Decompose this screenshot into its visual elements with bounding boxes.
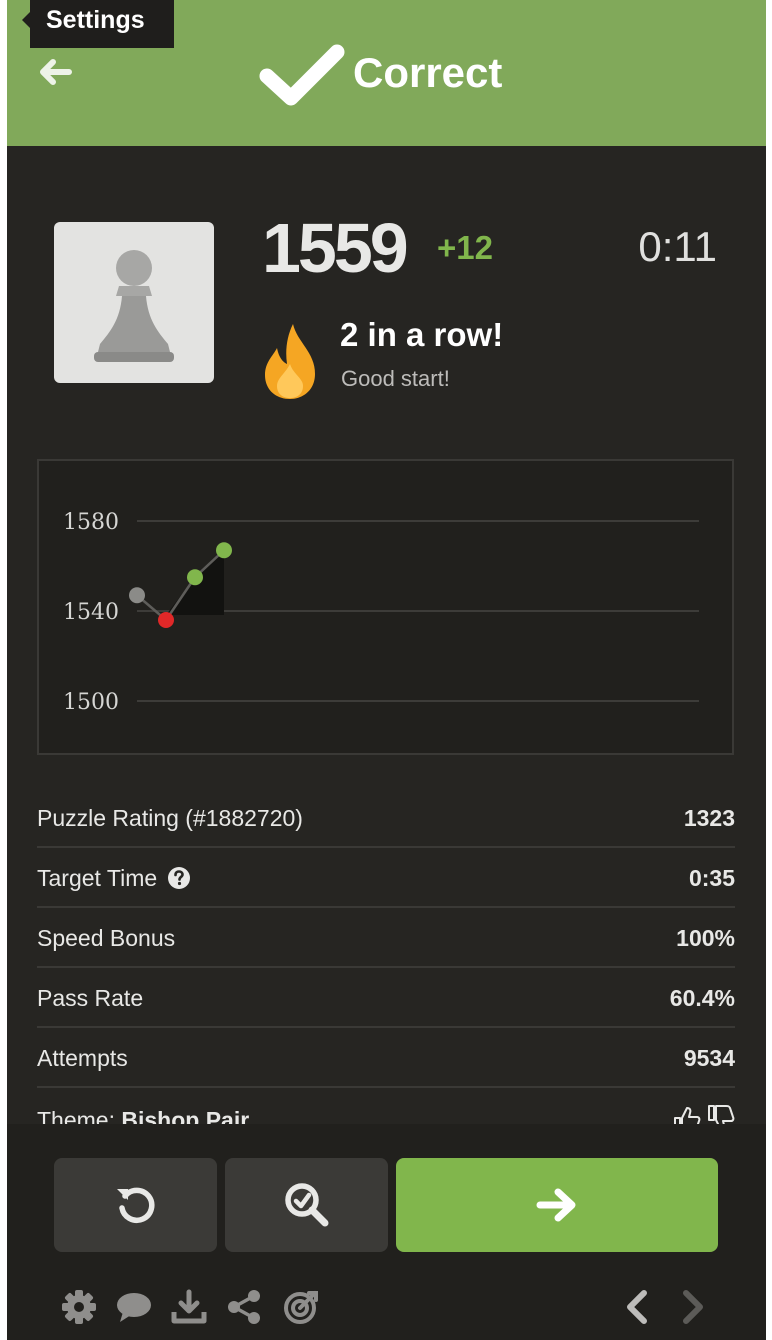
- stat-label: Speed Bonus: [37, 925, 176, 951]
- stat-label: Pass Rate: [37, 985, 144, 1011]
- target-icon[interactable]: [282, 1288, 320, 1326]
- stat-row-pass-rate: Pass Rate 60.4%: [37, 968, 735, 1028]
- chevron-left-icon[interactable]: [621, 1288, 655, 1326]
- stat-value: 60.4%: [669, 985, 735, 1011]
- checkmark-icon: [259, 44, 345, 106]
- download-icon[interactable]: [170, 1288, 208, 1326]
- rating-point[interactable]: [187, 569, 203, 586]
- theme-row: Theme: Bishop Pair: [37, 1088, 735, 1128]
- avatar[interactable]: [54, 222, 214, 383]
- y-tick-label: 1540: [63, 600, 119, 625]
- chat-icon[interactable]: [115, 1288, 153, 1326]
- stat-value: 0:35: [688, 865, 735, 891]
- y-tick-label: 1580: [63, 510, 119, 535]
- stat-value: 1323: [683, 805, 735, 831]
- pawn-icon: [94, 250, 174, 362]
- chevron-right-icon[interactable]: [675, 1288, 709, 1326]
- stat-value: 100%: [676, 925, 735, 951]
- puzzle-result-panel: Correct Settings 1559 +12 0:11 2 in a ro…: [7, 0, 766, 1340]
- solve-timer: 0:11: [638, 223, 717, 270]
- stat-row-attempts: Attempts 9534: [37, 1028, 735, 1088]
- puzzle-stats: Puzzle Rating (#1882720) 1323 Target Tim…: [37, 788, 735, 1128]
- rating-point[interactable]: [129, 587, 145, 604]
- stat-label: Attempts: [37, 1045, 128, 1071]
- arrow-right-icon: [536, 1188, 576, 1222]
- rating-point[interactable]: [216, 542, 232, 559]
- stat-value: 9534: [683, 1045, 735, 1071]
- stat-label-wrap: Target Time: [37, 862, 191, 894]
- stat-label: Target Time: [37, 865, 158, 891]
- rating-point[interactable]: [158, 612, 174, 628]
- user-rating: 1559: [262, 209, 409, 287]
- back-button[interactable]: [35, 52, 75, 92]
- streak-subtitle: Good start!: [341, 366, 450, 391]
- y-tick-label: 1500: [63, 690, 119, 715]
- stat-label: Puzzle Rating (#1882720): [37, 805, 303, 831]
- retry-button[interactable]: [54, 1158, 217, 1252]
- streak-title: 2 in a row!: [340, 316, 504, 353]
- rating-chart: 1580 1540 1500: [37, 459, 734, 755]
- rating-chart-svg: 1580 1540 1500: [63, 510, 699, 715]
- stat-row-puzzle-rating: Puzzle Rating (#1882720) 1323: [37, 788, 735, 848]
- arrow-left-icon: [40, 59, 72, 85]
- share-icon[interactable]: [225, 1288, 263, 1326]
- rating-change: +12: [437, 229, 493, 266]
- help-icon[interactable]: [167, 866, 191, 890]
- retry-icon: [116, 1187, 154, 1224]
- stat-row-speed-bonus: Speed Bonus 100%: [37, 908, 735, 968]
- next-puzzle-button[interactable]: [396, 1158, 718, 1252]
- stat-row-target-time: Target Time 0:35: [37, 848, 735, 908]
- gear-icon[interactable]: [60, 1288, 98, 1326]
- footer-bar: [7, 1124, 766, 1340]
- flame-icon: [265, 324, 315, 399]
- settings-tooltip: Settings: [22, 0, 174, 48]
- result-title: Correct: [353, 49, 503, 96]
- analysis-button[interactable]: [225, 1158, 388, 1252]
- analysis-icon: [284, 1183, 328, 1227]
